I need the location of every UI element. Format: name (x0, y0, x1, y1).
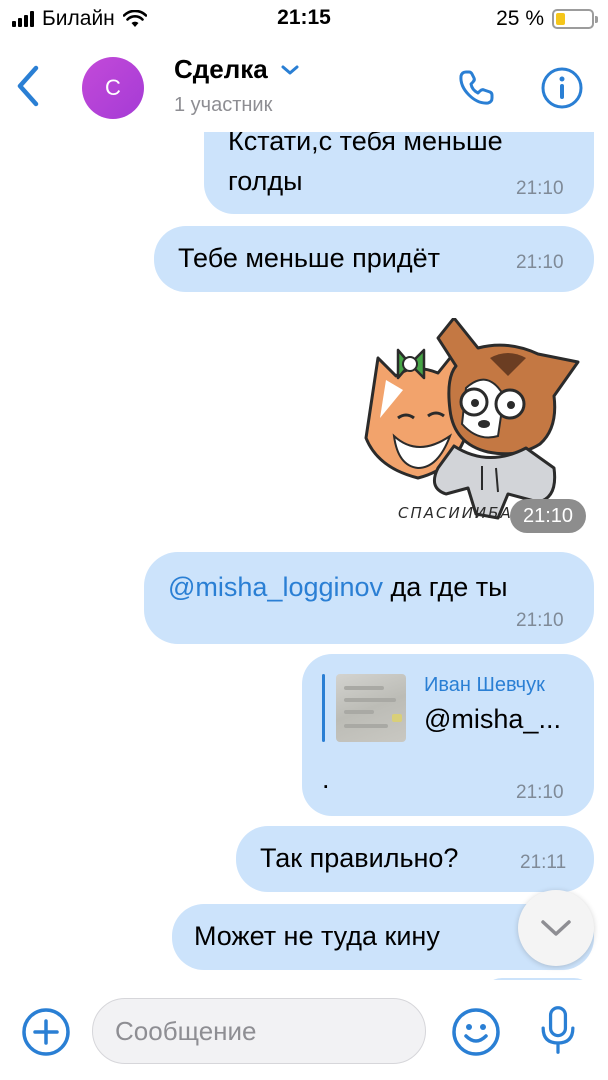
info-icon[interactable] (538, 64, 586, 112)
battery-info: 25 % (496, 7, 598, 31)
message-text: Тебе меньше придёт (178, 243, 440, 273)
chevron-down-icon (541, 920, 571, 936)
battery-icon (552, 9, 598, 29)
message-text: @misha_logginov да где ты (168, 568, 507, 606)
microphone-icon[interactable] (532, 1004, 584, 1056)
message-bubble[interactable]: @misha_logginov да где ты 21:10 (144, 552, 594, 644)
message-time: 21:10 (516, 782, 564, 803)
chat-subtitle: 1 участник (174, 94, 273, 116)
reply-accent-bar (322, 674, 325, 742)
status-bar: Билайн 21:15 25 % (0, 0, 608, 40)
chat-title: Сделка (174, 54, 268, 84)
avatar-letter: С (105, 75, 121, 100)
message-time: 21:10 (516, 610, 564, 631)
sticker-time: 21:10 (510, 499, 586, 533)
message-text: Так правильно? (260, 843, 459, 873)
plus-icon[interactable] (20, 1006, 72, 1058)
message-time: 21:11 (520, 852, 567, 873)
message-time: 21:10 (516, 178, 564, 199)
message-text-rest: да где ты (383, 572, 508, 602)
message-composer: Сообщение (0, 980, 608, 1080)
phone-icon[interactable] (452, 64, 500, 112)
sticker-caption: СПАСИИИБА! (398, 504, 521, 522)
reply-author: Иван Шевчук (424, 674, 545, 696)
chat-title-button[interactable]: Сделка (174, 54, 300, 85)
back-icon[interactable] (12, 62, 48, 110)
message-bubble[interactable]: Так правильно? 21:11 (236, 826, 594, 892)
message-text: Кстати,с тебя меньше (228, 132, 503, 156)
chevron-down-icon (281, 65, 299, 74)
message-bubble[interactable]: Тебе меньше придёт 21:10 (154, 226, 594, 292)
sticker-image[interactable]: СПАСИИИБА! (358, 318, 590, 528)
scroll-down-button[interactable] (518, 890, 594, 966)
message-input-placeholder: Сообщение (115, 1015, 257, 1046)
chat-header: С Сделка 1 участник (0, 40, 608, 132)
reply-thumbnail[interactable] (336, 674, 406, 742)
avatar[interactable]: С (82, 57, 144, 119)
message-list[interactable]: Кстати,с тебя меньше голды 21:10 Тебе ме… (0, 132, 608, 980)
message-text: Может не туда кину (194, 921, 440, 951)
message-input[interactable]: Сообщение (92, 998, 426, 1064)
reply-message-bubble[interactable]: Иван Шевчук @misha_... . 21:10 (302, 654, 594, 816)
message-time: 21:10 (516, 252, 564, 273)
message-text: голды (228, 166, 303, 196)
emoji-icon[interactable] (450, 1006, 502, 1058)
message-bubble[interactable]: Кстати,с тебя меньше голды 21:10 (204, 132, 594, 214)
battery-percent: 25 % (496, 7, 544, 30)
reply-text: @misha_... (424, 704, 561, 734)
message-text: . (322, 764, 330, 794)
mention-link[interactable]: @misha_logginov (168, 572, 383, 602)
